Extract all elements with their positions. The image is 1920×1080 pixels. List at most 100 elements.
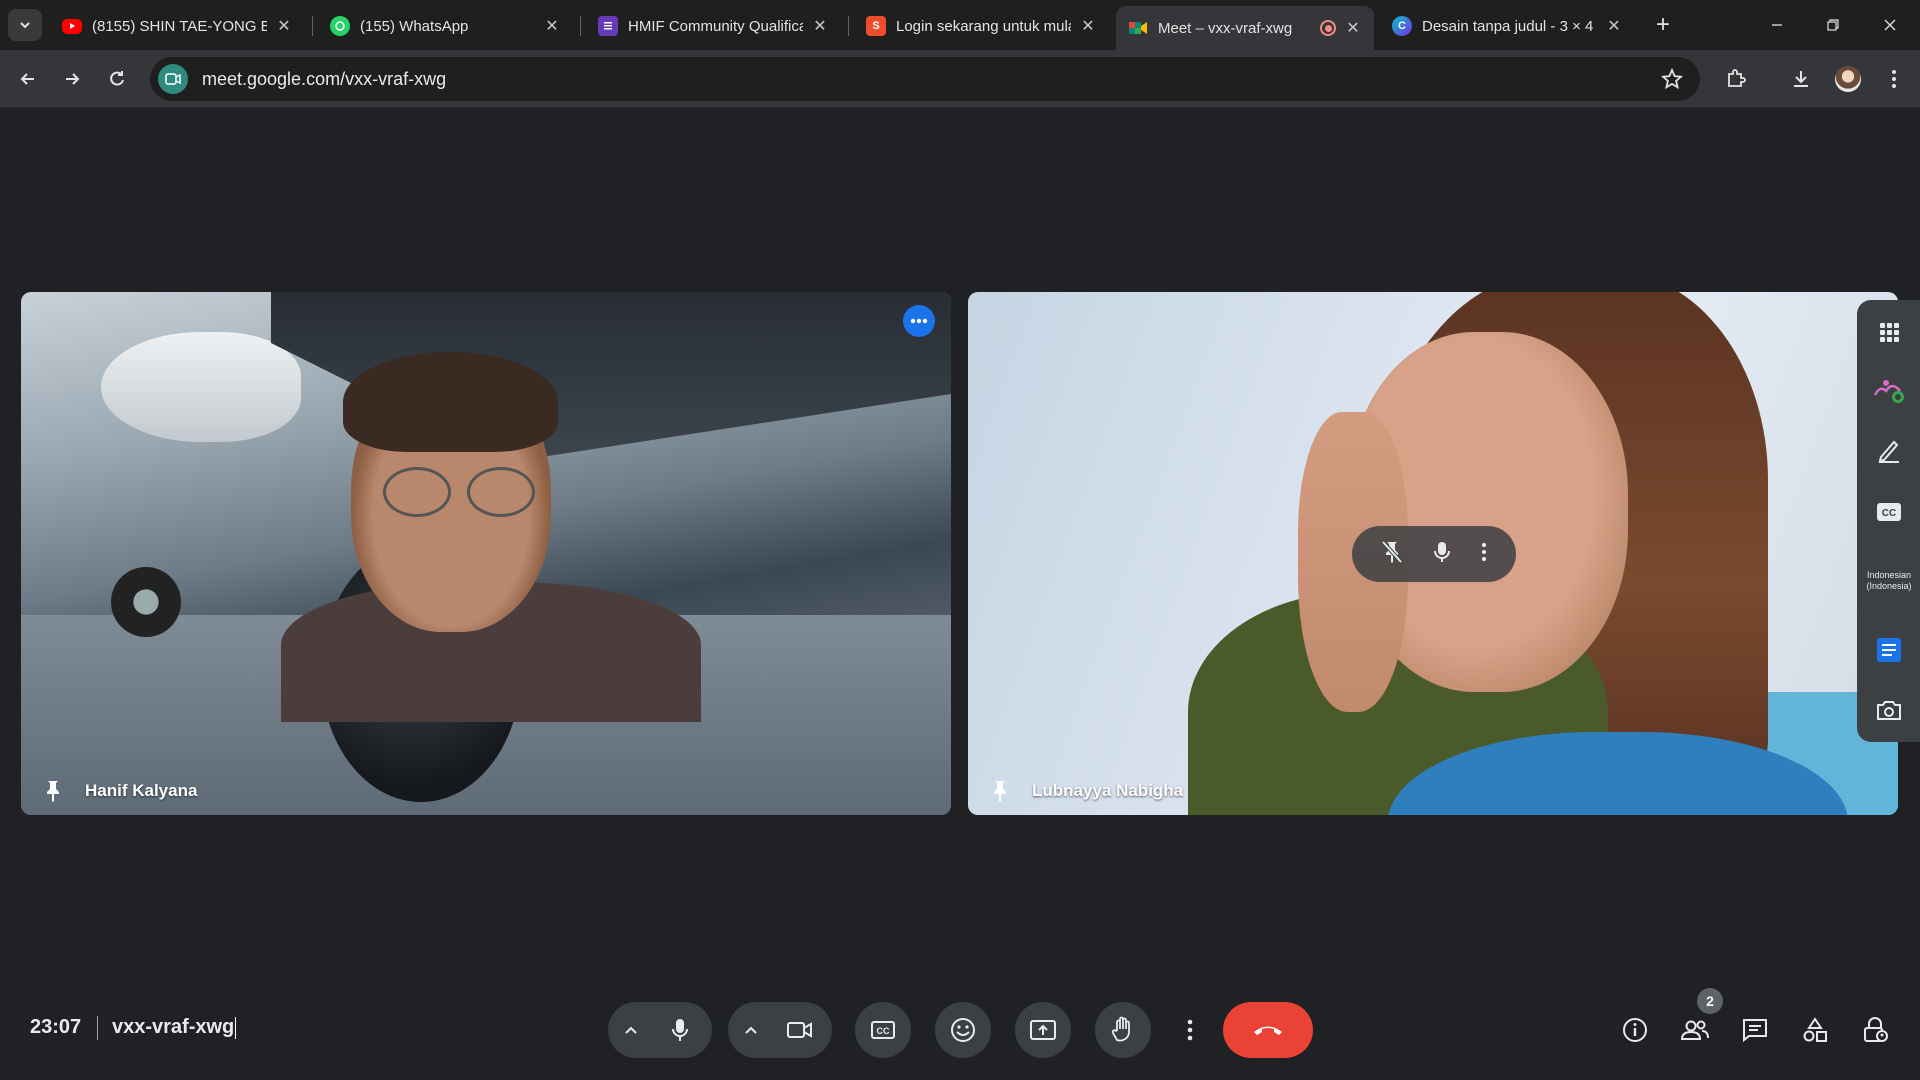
close-icon[interactable]: ✕: [811, 17, 829, 35]
camera-button[interactable]: [772, 1002, 828, 1058]
participant-more-button[interactable]: [1481, 542, 1487, 567]
raise-hand-button[interactable]: [1095, 1002, 1151, 1058]
microphone-icon: [1434, 541, 1450, 562]
address-bar[interactable]: meet.google.com/vxx-vraf-xwg: [150, 57, 1700, 101]
apps-grid-button[interactable]: [1869, 312, 1909, 352]
cc-icon: CC: [1877, 503, 1901, 521]
tile-options-button[interactable]: [903, 305, 935, 337]
svg-text:CC: CC: [877, 1026, 890, 1036]
chevron-down-icon: [20, 22, 30, 29]
captions-button[interactable]: CC: [855, 1002, 911, 1058]
audio-options-button[interactable]: [624, 1022, 638, 1038]
visual-effects-button[interactable]: [1869, 370, 1909, 410]
restore-button[interactable]: [1813, 10, 1853, 40]
browser-tab-bar: (8155) SHIN TAE-YONG BE ✕ (155) WhatsApp…: [0, 0, 1920, 50]
document-icon: [1877, 638, 1901, 662]
profile-button[interactable]: [1832, 63, 1864, 95]
present-screen-button[interactable]: [1015, 1002, 1071, 1058]
text-caret: [235, 1016, 237, 1039]
bookmark-button[interactable]: [1660, 67, 1684, 91]
canva-icon: C: [1392, 16, 1412, 36]
close-icon: [1884, 19, 1896, 31]
download-icon: [1794, 71, 1808, 87]
leave-call-button[interactable]: [1223, 1002, 1313, 1058]
minimize-button[interactable]: [1757, 10, 1797, 40]
background-image: [101, 332, 301, 442]
pin-icon[interactable]: [990, 779, 1010, 803]
new-tab-button[interactable]: +: [1650, 11, 1676, 38]
recording-indicator-icon: [1320, 20, 1336, 36]
captions-side-button[interactable]: CC: [1869, 492, 1909, 532]
tab-canva[interactable]: C Desain tanpa judul - 3 × 4 ✕: [1380, 8, 1635, 44]
youtube-icon: [62, 18, 82, 34]
avatar: [1835, 66, 1861, 92]
hand-icon: [1111, 1016, 1130, 1042]
tab-hmif-forms[interactable]: HMIF Community Qualifica ✕: [586, 8, 841, 44]
present-to-all-icon: [1030, 1020, 1056, 1040]
window-close-button[interactable]: [1870, 10, 1910, 40]
people-button[interactable]: [1673, 1008, 1717, 1052]
forms-icon: [598, 16, 618, 36]
back-button[interactable]: [12, 63, 44, 95]
tab-separator: [312, 16, 313, 36]
more-horiz-icon: [910, 318, 928, 324]
video-control-group: [728, 1002, 832, 1058]
participant-video: [343, 352, 558, 452]
notes-button[interactable]: [1869, 630, 1909, 670]
tab-whatsapp[interactable]: (155) WhatsApp ✕: [318, 8, 573, 44]
unpin-button[interactable]: [1381, 540, 1403, 569]
close-icon[interactable]: ✕: [1079, 17, 1097, 35]
tab-search-button[interactable]: [8, 9, 42, 41]
tab-shop-login[interactable]: S Login sekarang untuk mula ✕: [854, 8, 1109, 44]
close-icon[interactable]: ✕: [275, 17, 293, 35]
tab-youtube[interactable]: (8155) SHIN TAE-YONG BE ✕: [50, 8, 305, 44]
arrow-right-icon: [66, 73, 80, 85]
background-image: [111, 567, 181, 637]
site-info-icon[interactable]: [158, 64, 188, 94]
extensions-button[interactable]: [1720, 63, 1752, 95]
tab-meet[interactable]: Meet – vxx-vraf-xwg ✕: [1116, 6, 1374, 50]
pin-icon[interactable]: [43, 779, 63, 803]
audio-control-group: [608, 1002, 712, 1058]
tab-title: HMIF Community Qualifica: [628, 17, 803, 35]
downloads-button[interactable]: [1785, 63, 1817, 95]
meeting-details-button[interactable]: [1613, 1008, 1657, 1052]
close-icon[interactable]: ✕: [1605, 17, 1623, 35]
screenshot-button[interactable]: [1869, 690, 1909, 730]
host-controls-button[interactable]: [1853, 1008, 1897, 1052]
puzzle-icon: [1728, 69, 1746, 87]
star-icon: [1661, 68, 1683, 90]
meet-stage: Hanif Kalyana Lubnayya Nabigha CC Indone…: [0, 108, 1920, 1080]
video-options-button[interactable]: [744, 1022, 758, 1038]
reactions-button[interactable]: [935, 1002, 991, 1058]
minimize-icon: [1772, 24, 1782, 26]
apps-grid-icon: [1880, 323, 1899, 342]
activities-button[interactable]: [1793, 1008, 1837, 1052]
chat-button[interactable]: [1733, 1008, 1777, 1052]
browser-toolbar: meet.google.com/vxx-vraf-xwg: [0, 50, 1920, 108]
captions-language-label[interactable]: Indonesian (Indonesia): [1861, 570, 1917, 592]
divider: [97, 1016, 98, 1040]
meeting-clock: 23:07: [30, 1016, 82, 1038]
forward-button[interactable]: [56, 63, 88, 95]
videocam-icon: [787, 1022, 812, 1038]
browser-menu-button[interactable]: [1878, 63, 1910, 95]
extension-side-panel: CC Indonesian (Indonesia): [1857, 300, 1920, 742]
more-vert-icon: [1482, 542, 1486, 561]
chevron-up-icon: [625, 1026, 637, 1034]
more-options-button[interactable]: [1162, 1002, 1218, 1058]
reload-button[interactable]: [101, 63, 133, 95]
participant-name: Hanif Kalyana: [43, 779, 197, 803]
mute-participant-button[interactable]: [1433, 540, 1451, 569]
url-text[interactable]: meet.google.com/vxx-vraf-xwg: [202, 69, 446, 90]
tab-title: Meet – vxx-vraf-xwg: [1158, 19, 1293, 37]
participant-tile[interactable]: Hanif Kalyana: [21, 292, 951, 815]
microphone-button[interactable]: [652, 1002, 708, 1058]
close-icon[interactable]: ✕: [1344, 19, 1362, 37]
lock-person-icon: [1864, 1017, 1888, 1042]
tab-title: (8155) SHIN TAE-YONG BE: [92, 17, 267, 35]
tab-title: Login sekarang untuk mula: [896, 17, 1071, 35]
call-end-icon: [1254, 1026, 1282, 1035]
close-icon[interactable]: ✕: [543, 17, 561, 35]
whiteboard-button[interactable]: [1869, 430, 1909, 470]
